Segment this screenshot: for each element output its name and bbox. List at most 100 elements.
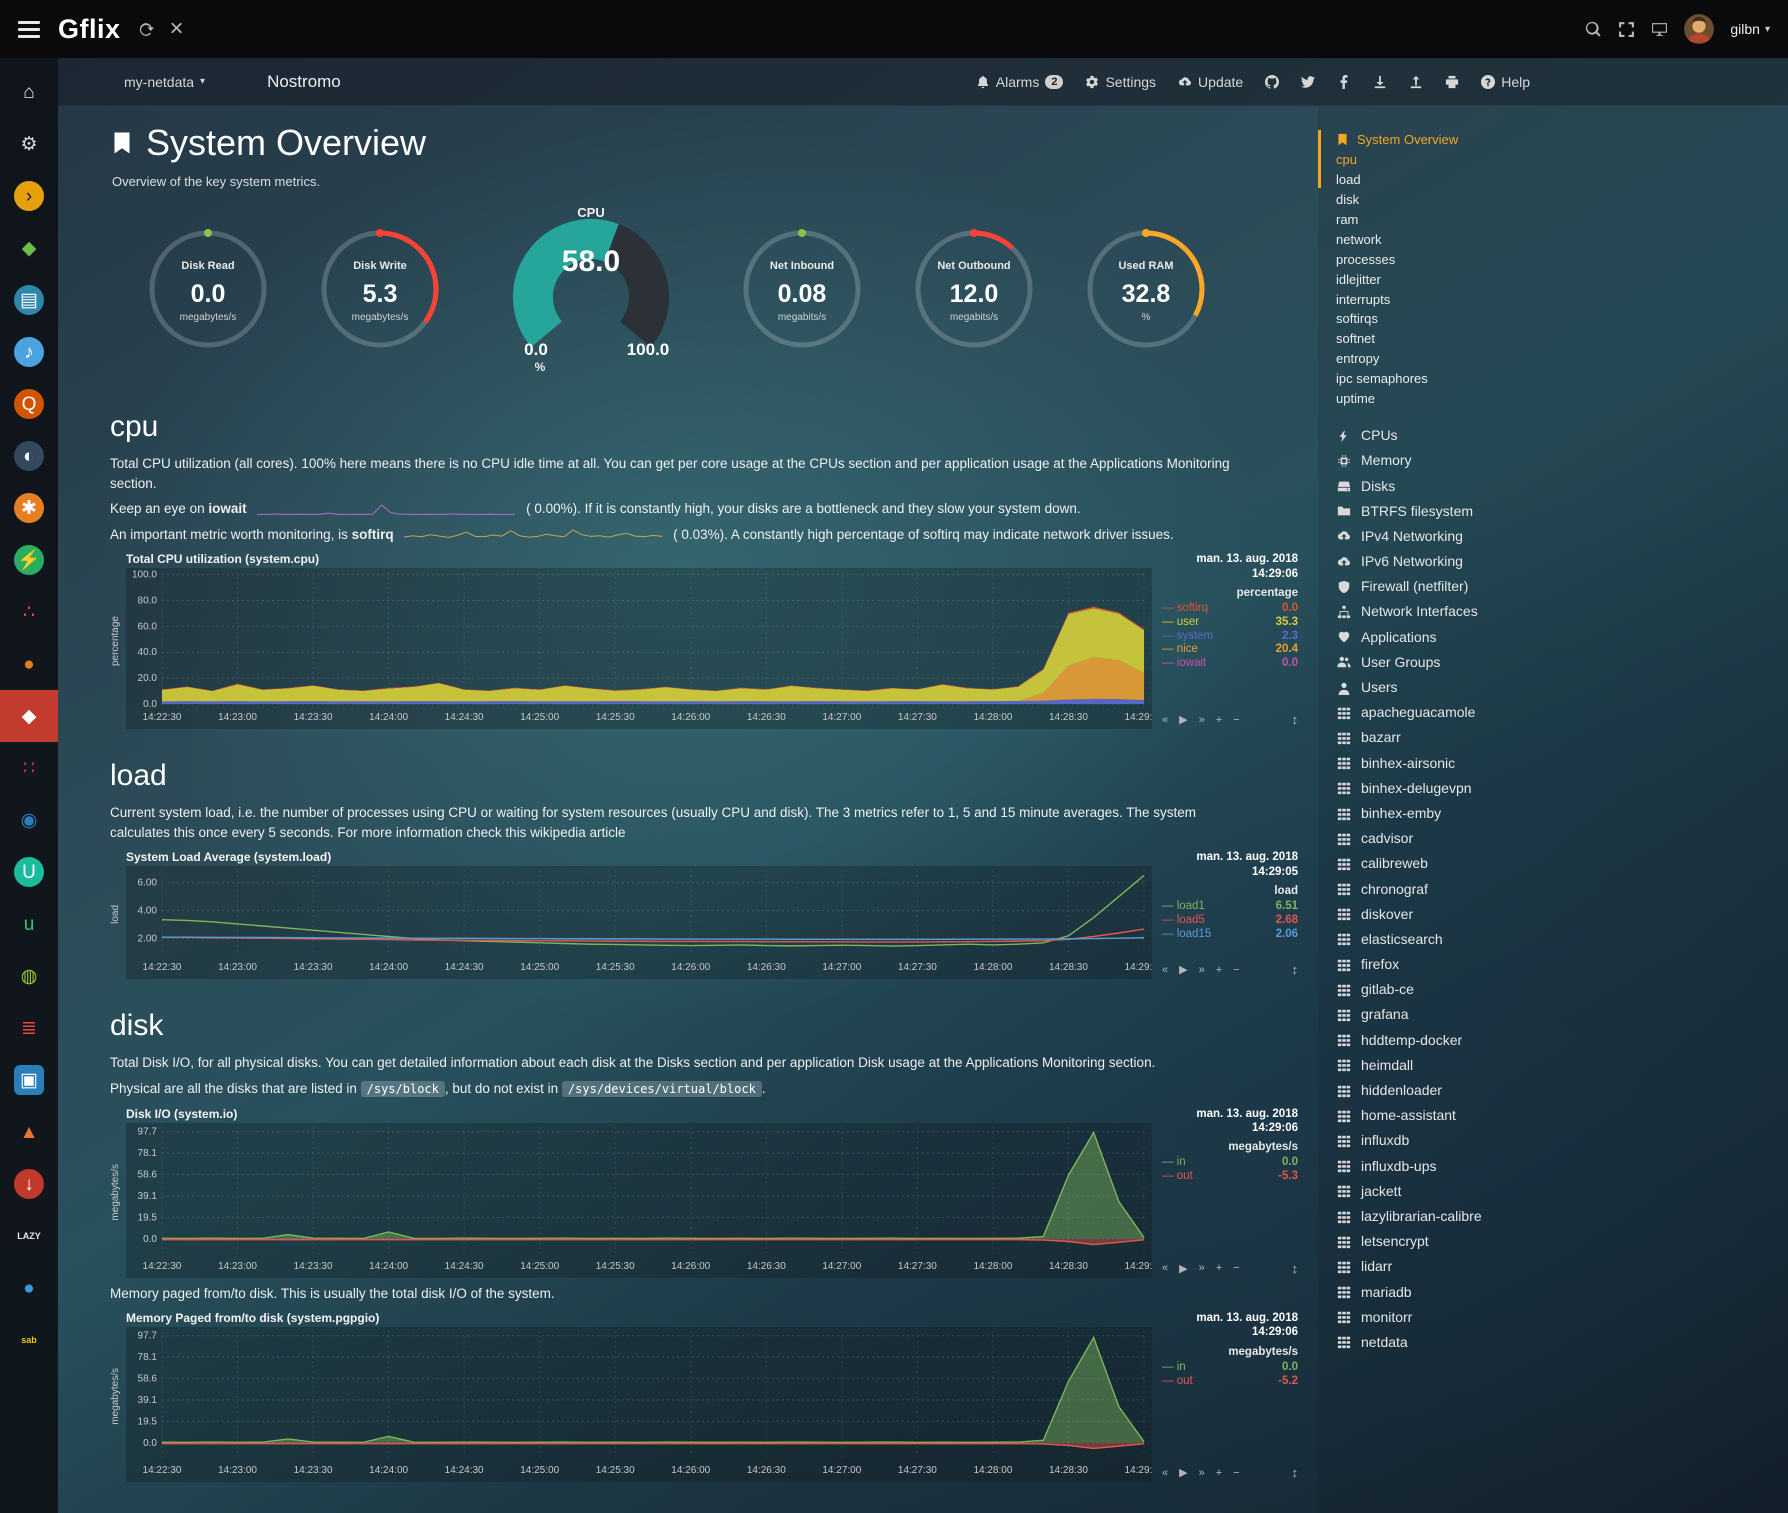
sidebar-item-grafana[interactable]: grafana — [1336, 1002, 1788, 1027]
sidebar-item-netdata[interactable]: netdata — [1336, 1330, 1788, 1355]
app-icon-home[interactable]: ⌂ — [0, 66, 58, 118]
forwards-icon[interactable]: » — [1199, 1467, 1205, 1479]
load-chart[interactable]: loadSystem Load Average (system.load)2.0… — [110, 850, 1304, 979]
sidebar-item-binhex-delugevpn[interactable]: binhex-delugevpn — [1336, 776, 1788, 801]
sidebar-item-firewall-netfilter[interactable]: Firewall (netfilter) — [1336, 574, 1788, 599]
legend-in[interactable]: — in0.0 — [1162, 1361, 1298, 1375]
zoom-out-icon[interactable]: − — [1233, 964, 1239, 976]
sidebar-item-diskover[interactable]: diskover — [1336, 902, 1788, 927]
alarms-button[interactable]: Alarms 2 — [976, 74, 1064, 90]
zoom-out-icon[interactable]: − — [1233, 714, 1239, 726]
gauge-disk-read[interactable]: Disk Read0.0megabytes/s — [142, 223, 274, 360]
legend-in[interactable]: — in0.0 — [1162, 1156, 1298, 1170]
zoom-out-icon[interactable]: − — [1233, 1467, 1239, 1479]
play-icon[interactable]: ▶ — [1179, 963, 1187, 976]
sidebar-item-binhex-emby[interactable]: binhex-emby — [1336, 801, 1788, 826]
forwards-icon[interactable]: » — [1199, 964, 1205, 976]
sidebar-item-home-assistant[interactable]: home-assistant — [1336, 1103, 1788, 1128]
resize-icon[interactable]: ↕ — [1292, 1465, 1299, 1480]
sidebar-item-ipv4-networking[interactable]: IPv4 Networking — [1336, 524, 1788, 549]
app-icon-settings[interactable]: ⚙ — [0, 118, 58, 170]
sidebar-item-memory[interactable]: Memory — [1336, 448, 1788, 473]
sidebar-item-ram[interactable]: ram — [1336, 210, 1788, 230]
legend-system[interactable]: — system2.3 — [1162, 630, 1298, 644]
app-icon-netdata-shield[interactable]: ◆ — [0, 690, 58, 742]
github-button[interactable] — [1265, 75, 1279, 89]
app-icon-blue-circles-app[interactable]: ◉ — [0, 794, 58, 846]
legend-softirq[interactable]: — softirq0.0 — [1162, 602, 1298, 616]
app-icon-red-arrow-app[interactable]: ↓ — [0, 1158, 58, 1210]
sidebar-item-idlejitter[interactable]: idlejitter — [1336, 270, 1788, 290]
resize-icon[interactable]: ↕ — [1292, 1261, 1299, 1276]
sidebar-item-load[interactable]: load — [1336, 170, 1788, 190]
sidebar-item-user-groups[interactable]: User Groups — [1336, 650, 1788, 675]
gauge-used-ram[interactable]: Used RAM32.8% — [1080, 223, 1212, 360]
play-icon[interactable]: ▶ — [1179, 1262, 1187, 1275]
sidebar-item-bazarr[interactable]: bazarr — [1336, 725, 1788, 750]
avatar[interactable] — [1684, 14, 1714, 44]
zoom-out-icon[interactable]: − — [1233, 1262, 1239, 1274]
zoom-in-icon[interactable]: + — [1216, 714, 1222, 726]
backwards-icon[interactable]: « — [1162, 1467, 1168, 1479]
app-icon-teal-u-app[interactable]: U — [0, 846, 58, 898]
sidebar-item-cpu[interactable]: cpu — [1336, 150, 1788, 170]
display-icon[interactable] — [1651, 21, 1668, 38]
app-icon-plex[interactable]: › — [0, 170, 58, 222]
backwards-icon[interactable]: « — [1162, 964, 1168, 976]
legend-load1[interactable]: — load16.51 — [1162, 900, 1298, 914]
app-icon-green-u-app[interactable]: u — [0, 898, 58, 950]
sidebar-item-users[interactable]: Users — [1336, 675, 1788, 700]
fullscreen-icon[interactable] — [1618, 21, 1635, 38]
play-icon[interactable]: ▶ — [1179, 1466, 1187, 1479]
sidebar-item-btrfs-filesystem[interactable]: BTRFS filesystem — [1336, 499, 1788, 524]
app-icon-lightning-app[interactable]: ⚡ — [0, 534, 58, 586]
zoom-in-icon[interactable]: + — [1216, 1467, 1222, 1479]
sidebar-item-disks[interactable]: Disks — [1336, 474, 1788, 499]
sidebar-item-uptime[interactable]: uptime — [1336, 389, 1788, 409]
gauge-net-inbound[interactable]: Net Inbound0.08megabits/s — [736, 223, 868, 360]
backwards-icon[interactable]: « — [1162, 714, 1168, 726]
app-icon-sabnzbd[interactable]: sab — [0, 1314, 58, 1366]
softirq-sparkline[interactable] — [403, 528, 663, 542]
app-icon-kodi[interactable]: ✱ — [0, 482, 58, 534]
sidebar-item-binhex-airsonic[interactable]: binhex-airsonic — [1336, 751, 1788, 776]
sidebar-item-system-overview[interactable]: System Overview — [1336, 130, 1788, 150]
sidebar-item-ipv6-networking[interactable]: IPv6 Networking — [1336, 549, 1788, 574]
app-icon-airsonic[interactable]: ♪ — [0, 326, 58, 378]
sidebar-item-processes[interactable]: processes — [1336, 250, 1788, 270]
app-icon-yellow-circle-app[interactable]: ◍ — [0, 950, 58, 1002]
app-icon-gitlab[interactable]: ▲ — [0, 1106, 58, 1158]
sidebar-item-mariadb[interactable]: mariadb — [1336, 1280, 1788, 1305]
play-icon[interactable]: ▶ — [1179, 713, 1187, 726]
resize-icon[interactable]: ↕ — [1292, 712, 1299, 727]
sidebar-item-firefox[interactable]: firefox — [1336, 952, 1788, 977]
gauge-disk-write[interactable]: Disk Write5.3megabytes/s — [314, 223, 446, 360]
sidebar-item-gitlab-ce[interactable]: gitlab-ce — [1336, 977, 1788, 1002]
sidebar-item-influxdb[interactable]: influxdb — [1336, 1128, 1788, 1153]
sidebar-item-entropy[interactable]: entropy — [1336, 349, 1788, 369]
cpu-chart[interactable]: percentageTotal CPU utilization (system.… — [110, 552, 1304, 729]
sidebar-item-jackett[interactable]: jackett — [1336, 1179, 1788, 1204]
facebook-button[interactable] — [1337, 75, 1351, 89]
zoom-in-icon[interactable]: + — [1216, 964, 1222, 976]
gauge-cpu[interactable]: CPU58.00.0100.0% — [486, 203, 696, 380]
sidebar-item-ipc-semaphores[interactable]: ipc semaphores — [1336, 369, 1788, 389]
refresh-icon[interactable] — [137, 21, 154, 38]
close-icon[interactable]: × — [170, 17, 184, 41]
backwards-icon[interactable]: « — [1162, 1262, 1168, 1274]
sidebar-item-monitorr[interactable]: monitorr — [1336, 1305, 1788, 1330]
sidebar-item-apacheguacamole[interactable]: apacheguacamole — [1336, 700, 1788, 725]
legend-load5[interactable]: — load52.68 — [1162, 914, 1298, 928]
sidebar-item-network-interfaces[interactable]: Network Interfaces — [1336, 599, 1788, 624]
user-menu[interactable]: gilbn▾ — [1730, 21, 1770, 37]
forwards-icon[interactable]: » — [1199, 1262, 1205, 1274]
app-icon-teal-tiles-app[interactable]: ▤ — [0, 274, 58, 326]
sidebar-item-calibreweb[interactable]: calibreweb — [1336, 851, 1788, 876]
app-icon-blue-square-app[interactable]: ▣ — [0, 1054, 58, 1106]
legend-nice[interactable]: — nice20.4 — [1162, 643, 1298, 657]
download-button[interactable] — [1373, 75, 1387, 89]
app-icon-red-grid-app[interactable]: ∷ — [0, 742, 58, 794]
resize-icon[interactable]: ↕ — [1292, 962, 1299, 977]
app-icon-green-diamond-app[interactable]: ◆ — [0, 222, 58, 274]
upload-button[interactable] — [1409, 75, 1423, 89]
